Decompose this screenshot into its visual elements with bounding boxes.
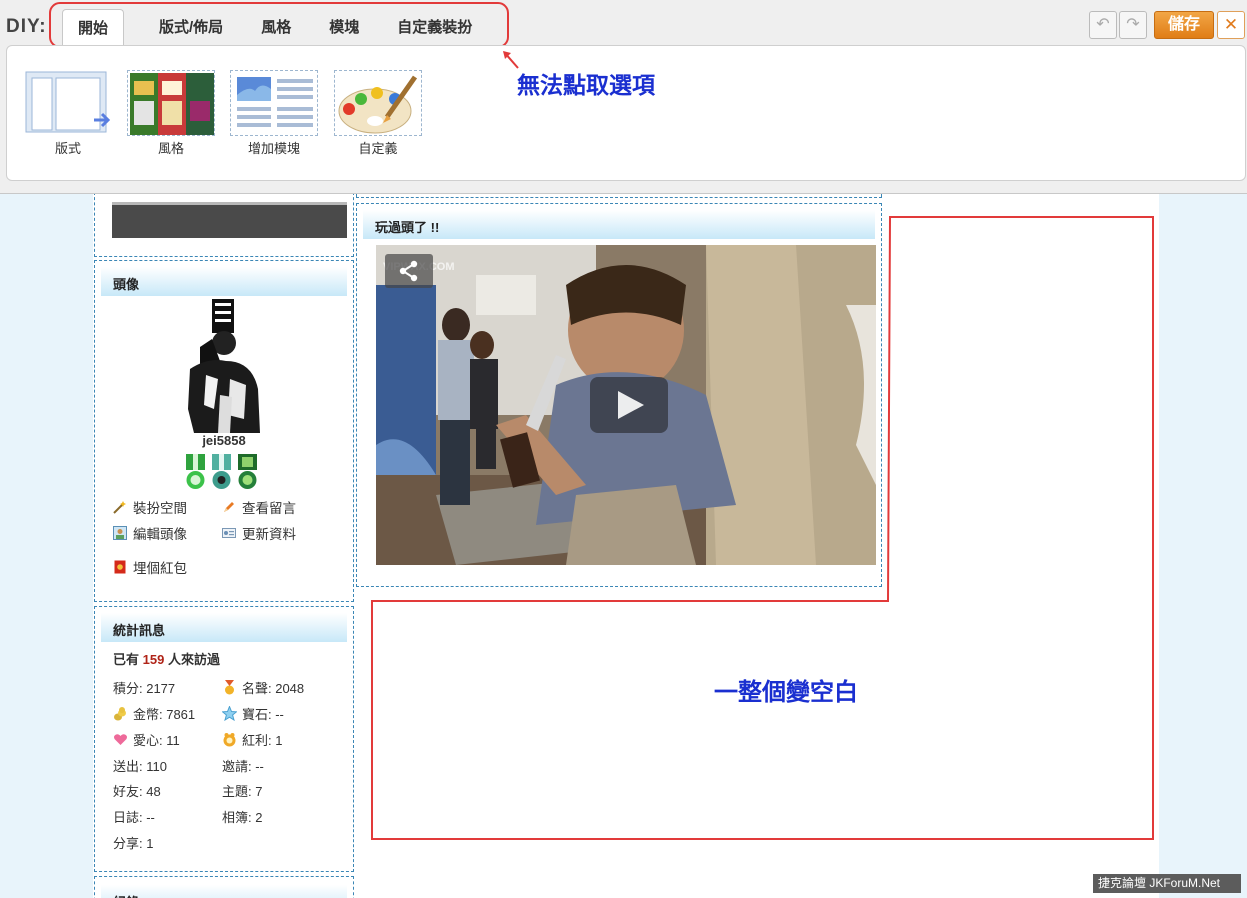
style-thumbnail-icon [127, 70, 215, 136]
medal-icon [225, 680, 234, 695]
red-envelope-icon [114, 560, 126, 574]
tool-style[interactable]: 風格 [126, 70, 216, 157]
tabs-annotation: 無法點取選項 [517, 73, 655, 99]
stats-title: 統計訊息 [101, 613, 347, 642]
stat-albums: 相簿: 2 [222, 807, 262, 826]
tool-customize[interactable]: 自定義 [333, 70, 423, 157]
stat-bonus: 紅利: 1 [222, 730, 282, 749]
medal-1-icon[interactable] [184, 454, 207, 490]
stat-invites-text: 邀請: -- [222, 759, 264, 774]
heart-icon [114, 734, 127, 745]
medal-3-icon[interactable] [236, 454, 259, 490]
add-module-icon [230, 70, 318, 136]
stat-sent-text: 送出: 110 [113, 759, 167, 774]
update-profile-label: 更新資料 [242, 527, 296, 542]
visits-prefix: 已有 [113, 652, 140, 667]
avatar-title: 頭像 [101, 267, 347, 296]
diy-toolbar: DIY: 開始 版式/佈局 風格 模塊 自定義裝扮 版式 風格 增加模塊 自定義… [0, 0, 1247, 194]
update-profile-link[interactable]: 更新資料 [222, 523, 296, 543]
id-card-icon [222, 528, 236, 538]
stat-points-text: 積分: 2177 [113, 681, 176, 696]
stat-shares: 分享: 1 [113, 833, 153, 852]
stat-gems-text: 寶石: -- [242, 707, 284, 722]
bonus-icon [223, 733, 236, 747]
stat-shares-text: 分享: 1 [113, 836, 154, 851]
undo-icon: ↶ [1096, 16, 1110, 33]
stat-blogs: 日誌: -- [113, 807, 155, 826]
tool-customize-label: 自定義 [358, 141, 398, 156]
tabs-highlight-outline [49, 2, 509, 48]
stat-love: 愛心: 11 [113, 730, 180, 749]
username[interactable]: jei5858 [95, 433, 353, 448]
visits-line: 已有 159 人來訪過 [113, 649, 220, 668]
stat-sent: 送出: 110 [113, 756, 167, 775]
edit-avatar-label: 編輯頭像 [133, 527, 187, 542]
layout-icon [24, 70, 112, 136]
view-messages-label: 查看留言 [242, 501, 296, 516]
avatar-edit-icon [113, 526, 127, 540]
coins-icon [114, 707, 126, 721]
stat-friends-text: 好友: 48 [113, 784, 161, 799]
top-module-frame [94, 192, 354, 257]
decorate-space-link[interactable]: 裝扮空間 [113, 497, 187, 517]
avatar[interactable] [160, 299, 288, 433]
visits-suffix: 人來訪過 [167, 652, 220, 667]
stat-coins: 金幣: 7861 [113, 704, 195, 723]
forum-watermark: 捷克論壇 JKForuM.Net [1093, 874, 1241, 893]
records-title: 紀錄 [101, 885, 347, 898]
stat-topics-text: 主題: 7 [222, 784, 263, 799]
stat-coins-text: 金幣: 7861 [133, 707, 196, 722]
view-messages-link[interactable]: 查看留言 [222, 497, 296, 517]
save-button[interactable]: 儲存 [1154, 11, 1214, 39]
diy-label: DIY: [6, 16, 47, 37]
records-module: 紀錄 [94, 876, 354, 898]
redo-button[interactable]: ↷ [1119, 11, 1147, 39]
palette-icon [334, 70, 422, 136]
stat-albums-text: 相簿: 2 [222, 810, 263, 825]
edit-avatar-link[interactable]: 編輯頭像 [113, 523, 187, 543]
pencil-icon [224, 502, 234, 512]
wand-icon [113, 501, 126, 514]
avatar-module: 頭像 jei5858 裝扮空間 查看留言 編輯頭像 更新資料 埋個紅包 [94, 260, 354, 602]
tool-style-label: 風格 [157, 141, 184, 156]
undo-button[interactable]: ↶ [1089, 11, 1117, 39]
medal-2-icon[interactable] [210, 454, 233, 490]
stat-reputation-text: 名聲: 2048 [242, 681, 305, 696]
stat-points: 積分: 2177 [113, 678, 175, 697]
stat-bonus-text: 紅利: 1 [242, 733, 283, 748]
blank-annotation: 一整個變空白 [714, 678, 858, 706]
stat-reputation: 名聲: 2048 [222, 678, 304, 697]
stat-topics: 主題: 7 [222, 781, 262, 800]
stats-module: 統計訊息 已有 159 人來訪過 積分: 2177 名聲: 2048 金幣: 7… [94, 606, 354, 872]
close-button[interactable]: ✕ [1217, 11, 1245, 39]
medal-row [184, 454, 259, 490]
stat-blogs-text: 日誌: -- [113, 810, 155, 825]
tool-layout[interactable]: 版式 [23, 70, 113, 157]
red-envelope-link[interactable]: 埋個紅包 [113, 557, 187, 577]
visits-count: 159 [142, 652, 165, 667]
gem-icon [222, 706, 237, 721]
redo-icon: ↷ [1126, 16, 1140, 33]
stat-friends: 好友: 48 [113, 781, 161, 800]
decorate-space-label: 裝扮空間 [133, 501, 187, 516]
blank-area-outline [371, 216, 1154, 840]
stat-love-text: 愛心: 11 [133, 733, 180, 748]
tool-add-module[interactable]: 增加模塊 [229, 70, 319, 157]
top-module-image [112, 202, 347, 238]
close-icon: ✕ [1223, 15, 1239, 34]
tool-add-module-label: 增加模塊 [247, 141, 300, 156]
red-envelope-label: 埋個紅包 [133, 561, 187, 576]
stat-invites: 邀請: -- [222, 756, 264, 775]
stat-gems: 寶石: -- [222, 704, 284, 723]
tool-layout-label: 版式 [54, 141, 81, 156]
